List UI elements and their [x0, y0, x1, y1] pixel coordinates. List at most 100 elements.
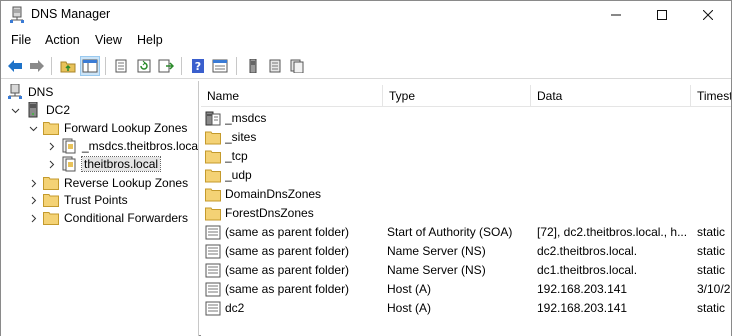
help-button[interactable]: ? [188, 56, 208, 76]
row-name-cell: (same as parent folder) [225, 263, 350, 277]
details-view-button[interactable] [210, 56, 230, 76]
chevron-down-icon[interactable] [27, 122, 39, 134]
menu-view[interactable]: View [95, 33, 122, 47]
chevron-right-icon[interactable] [27, 212, 39, 224]
row-timestamp-cell: static [697, 225, 726, 239]
forward-button[interactable] [27, 56, 47, 76]
list-header: Name Type Data Timest [201, 85, 731, 107]
chevron-down-icon[interactable] [9, 104, 21, 116]
row-timestamp-cell [697, 185, 731, 204]
svg-text:?: ? [195, 60, 201, 73]
row-type-cell: Name Server (NS) [387, 263, 486, 277]
forward-arrow-icon [30, 60, 44, 72]
tree-label-reverse-lookup-zones: Reverse Lookup Zones [64, 176, 189, 190]
menu-bar: File Action View Help [1, 31, 731, 51]
row-type-cell [387, 128, 531, 147]
export-list-button[interactable] [156, 56, 176, 76]
menu-action[interactable]: Action [45, 33, 80, 47]
tree-item-conditional-forwarders[interactable]: Conditional Forwarders [27, 209, 188, 227]
maximize-button[interactable] [639, 1, 685, 29]
row-data-cell: 192.168.203.141 [537, 301, 628, 315]
tree-item-msdcs-zone[interactable]: _msdcs.theitbros.local [45, 137, 199, 155]
back-arrow-icon [8, 60, 22, 72]
row-timestamp-cell [697, 109, 731, 128]
up-folder-icon [60, 61, 76, 73]
table-row[interactable]: ForestDnsZones [201, 204, 731, 223]
table-row[interactable]: dc2 Host (A) 192.168.203.141 static [201, 299, 731, 318]
row-name-cell: DomainDnsZones [225, 187, 322, 201]
row-name-cell: (same as parent folder) [225, 225, 350, 239]
row-type-cell: Name Server (NS) [387, 244, 486, 258]
row-data-cell: dc1.theitbros.local. [537, 263, 638, 277]
row-type-cell: Host (A) [387, 301, 432, 315]
minimize-icon [611, 14, 621, 16]
row-data-cell [537, 147, 689, 166]
show-hide-console-tree-button[interactable] [80, 56, 100, 76]
new-record-button[interactable] [287, 56, 307, 76]
up-one-level-button[interactable] [58, 56, 78, 76]
export-list-icon [158, 59, 174, 73]
tree-label-msdcs-zone: _msdcs.theitbros.local [82, 139, 199, 153]
row-name-cell: ForestDnsZones [225, 206, 314, 220]
column-header-data[interactable]: Data [531, 85, 691, 107]
title-bar[interactable]: DNS Manager [1, 1, 731, 29]
table-row[interactable]: _udp [201, 166, 731, 185]
tree-item-selected-zone[interactable]: theitbros.local [45, 155, 162, 173]
server-button[interactable] [243, 56, 263, 76]
row-data-cell [537, 166, 689, 185]
back-button[interactable] [5, 56, 25, 76]
row-data-cell [537, 185, 689, 204]
chevron-right-icon[interactable] [45, 140, 57, 152]
row-type-cell: Start of Authority (SOA) [387, 225, 513, 239]
new-zone-button[interactable] [265, 56, 285, 76]
tree-item-dns[interactable]: DNS [7, 83, 53, 101]
close-button[interactable] [685, 1, 731, 29]
table-row[interactable]: _msdcs [201, 109, 731, 128]
table-row[interactable]: (same as parent folder) Host (A) 192.168.2… [201, 280, 731, 299]
table-row[interactable]: (same as parent folder) Start of Authorit… [201, 223, 731, 242]
folder-icon [43, 194, 59, 207]
help-icon: ? [192, 59, 204, 73]
row-type-cell [387, 109, 531, 128]
minimize-button[interactable] [593, 1, 639, 29]
column-header-timestamp[interactable]: Timest [691, 85, 731, 107]
tree-label-dc2: DC2 [46, 103, 71, 117]
row-timestamp-cell: static [697, 244, 726, 258]
row-type-cell: Host (A) [387, 282, 432, 296]
row-data-cell: [72], dc2.theitbros.local., h... [537, 225, 688, 239]
tree-label-trust-points: Trust Points [64, 193, 128, 207]
tree-item-forward-lookup-zones[interactable]: Forward Lookup Zones [27, 119, 187, 137]
row-name-cell: (same as parent folder) [225, 282, 350, 296]
menu-help[interactable]: Help [137, 33, 163, 47]
row-data-cell [537, 109, 689, 128]
chevron-right-icon[interactable] [27, 177, 39, 189]
chevron-right-icon[interactable] [27, 194, 39, 206]
table-row[interactable]: _tcp [201, 147, 731, 166]
table-row[interactable]: _sites [201, 128, 731, 147]
row-name-cell: (same as parent folder) [225, 244, 350, 258]
table-row[interactable]: (same as parent folder) Name Server (NS) d… [201, 242, 731, 261]
tree-item-reverse-lookup-zones[interactable]: Reverse Lookup Zones [27, 174, 188, 192]
column-header-name[interactable]: Name [201, 85, 383, 107]
table-row[interactable]: DomainDnsZones [201, 185, 731, 204]
row-timestamp-cell: static [697, 263, 726, 277]
tree-item-trust-points[interactable]: Trust Points [27, 191, 128, 209]
record-icon [290, 59, 304, 73]
chevron-right-icon[interactable] [45, 158, 57, 170]
table-row[interactable]: (same as parent folder) Name Server (NS) d… [201, 261, 731, 280]
row-timestamp-cell [697, 147, 731, 166]
row-type-cell [387, 166, 531, 185]
tree-item-dc2[interactable]: DC2 [9, 101, 70, 119]
refresh-button[interactable] [134, 56, 154, 76]
zone-icon [62, 156, 76, 172]
details-view-icon [212, 59, 228, 73]
properties-button[interactable] [111, 56, 131, 76]
menu-file[interactable]: File [11, 33, 31, 47]
row-timestamp-cell [697, 204, 731, 223]
row-timestamp-cell: 3/10/2 [697, 282, 731, 296]
tree-label-forward-lookup-zones: Forward Lookup Zones [64, 121, 188, 135]
column-header-type[interactable]: Type [383, 85, 531, 107]
properties-icon [115, 59, 127, 73]
dns-server-icon [10, 6, 24, 23]
row-type-cell [387, 185, 531, 204]
